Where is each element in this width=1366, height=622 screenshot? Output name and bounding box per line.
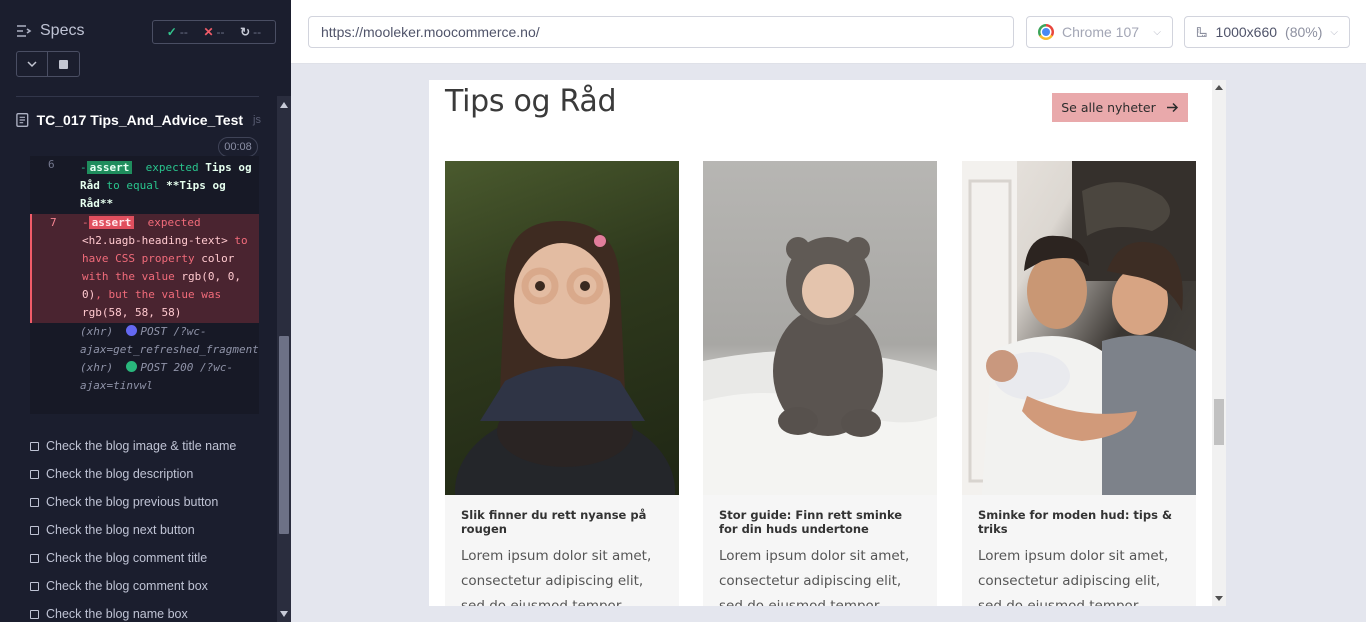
document-icon [16,113,29,127]
arrow-right-icon [1166,102,1178,113]
blog-card-title[interactable]: Stor guide: Finn rett sminke for din hud… [703,495,937,536]
browser-label: Chrome 107 [1062,24,1140,40]
chevron-down-icon: ⌵ [1330,26,1338,38]
test-timer: 00:08 [218,137,258,157]
command-text: - assert expected <h2.uagb-heading-text> … [82,216,248,319]
page-heading: Tips og Råd [445,84,617,119]
test-item[interactable]: Check the blog description [30,460,275,488]
pending-stat: ↻ -- [240,25,262,39]
blog-card-description: Lorem ipsum dolor sit amet, consectetur … [461,548,652,606]
see-all-news-button[interactable]: Se alle nyheter [1052,93,1188,122]
blog-card[interactable]: Sminke for moden hud: tips & triks Lorem… [962,161,1196,606]
reporter-scrollbar[interactable] [277,96,291,622]
xhr-row[interactable]: (xhr) POST 200 /?wc-ajax=tinvwl [30,359,259,395]
xhr-row[interactable]: (xhr) POST /?wc-ajax=get_refreshed_fragm… [30,323,259,359]
command-text: - assert expected Tips og Råd to equal **… [80,161,252,210]
blog-card-image[interactable] [445,161,679,495]
scroll-thumb[interactable] [279,336,289,534]
command-row[interactable]: 6 - assert expected Tips og Råd to equal … [30,156,259,214]
test-title: TC_017 Tips_And_Advice_Test [36,112,244,128]
xhr-text: (xhr) POST 200 /?wc-ajax=tinvwl [80,361,234,392]
scroll-down-arrow[interactable] [1215,596,1223,601]
blog-card-title[interactable]: Sminke for moden hud: tips & triks [962,495,1196,536]
test-item[interactable]: Check the blog next button [30,516,275,544]
viewport-scale: (80%) [1285,24,1323,40]
viewport-selector[interactable]: 1000x660 (80%) ⌵ [1184,16,1350,48]
scroll-up-arrow[interactable] [280,102,288,108]
cross-icon: ✕ [203,25,214,39]
runner-panel: Specs ✓ -- ✕ -- ↻ -- TC_017 Tips_And_Advice… [0,0,291,622]
stats-bar: ✓ -- ✕ -- ↻ -- [152,20,276,44]
blog-card-title[interactable]: Slik finner du rett nyanse på rougen [445,495,679,536]
specs-menu-icon [17,25,32,37]
test-list: Check the blog image & title name Check … [30,432,275,622]
browser-selector[interactable]: Chrome 107 ⌵ [1026,16,1173,48]
blog-card[interactable]: Slik finner du rett nyanse på rougen Lor… [445,161,679,606]
stop-button[interactable] [48,51,80,77]
aut-scrollbar[interactable] [1212,80,1226,606]
aut-header: https://mooleker.moocommerce.no/ Chrome … [291,0,1366,64]
test-item[interactable]: Check the blog image & title name [30,432,275,460]
checkbox-icon [30,469,39,479]
checkbox-icon [30,441,39,451]
scroll-down-arrow[interactable] [280,611,288,617]
checkbox-icon [30,553,39,563]
spinner-icon: ↻ [240,25,251,39]
test-file-suffix: js [253,114,261,126]
command-number: 7 [50,216,57,229]
blog-card-image[interactable] [703,161,937,495]
blog-card[interactable]: Stor guide: Finn rett sminke for din hud… [703,161,937,606]
chevron-down-icon: ⌵ [1153,26,1161,38]
see-all-news-label: Se alle nyheter [1061,100,1156,115]
stop-icon [59,59,68,69]
command-log: 6 - assert expected Tips og Råd to equal … [30,156,259,414]
test-item[interactable]: Check the blog comment box [30,572,275,600]
test-item[interactable]: Check the blog comment title [30,544,275,572]
scroll-up-arrow[interactable] [1215,85,1223,90]
failed-stat: ✕ -- [203,25,225,39]
chrome-icon [1038,24,1054,40]
assert-badge: assert [86,161,133,174]
test-item[interactable]: Check the blog previous button [30,488,275,516]
url-field[interactable]: https://mooleker.moocommerce.no/ [308,16,1014,48]
checkbox-icon [30,609,39,619]
xhr-text: (xhr) POST /?wc-ajax=get_refreshed_fragm… [80,325,259,356]
chevron-down-icon[interactable] [16,51,48,77]
divider [16,96,259,97]
blog-card-description: Lorem ipsum dolor sit amet, consectetur … [978,548,1169,606]
specs-header[interactable]: Specs [16,22,84,40]
checkbox-icon [30,581,39,591]
xhr-pending-dot [126,325,138,336]
passed-stat: ✓ -- [166,25,188,39]
command-row-failed[interactable]: 7 - assert expected <h2.uagb-heading-text… [30,214,259,323]
checkbox-icon [30,525,39,535]
blog-card-description: Lorem ipsum dolor sit amet, consectetur … [719,548,910,606]
scroll-thumb[interactable] [1214,399,1224,445]
blog-card-image[interactable] [962,161,1196,495]
runner-controls [16,51,80,77]
ruler-icon [1196,27,1207,37]
xhr-success-dot [126,361,138,372]
command-number: 6 [48,158,55,171]
test-item[interactable]: Check the blog name box [30,600,275,622]
assert-badge: assert [88,216,135,229]
check-icon: ✓ [166,25,177,39]
checkbox-icon [30,497,39,507]
specs-label: Specs [40,22,85,39]
aut-iframe: Tips og Råd Se alle nyheter Slik finner … [429,80,1212,606]
reporter: TC_017 Tips_And_Advice_Test js 00:08 6 -… [0,100,277,622]
viewport-size: 1000x660 [1215,24,1278,40]
test-header[interactable]: TC_017 Tips_And_Advice_Test js [16,112,261,128]
